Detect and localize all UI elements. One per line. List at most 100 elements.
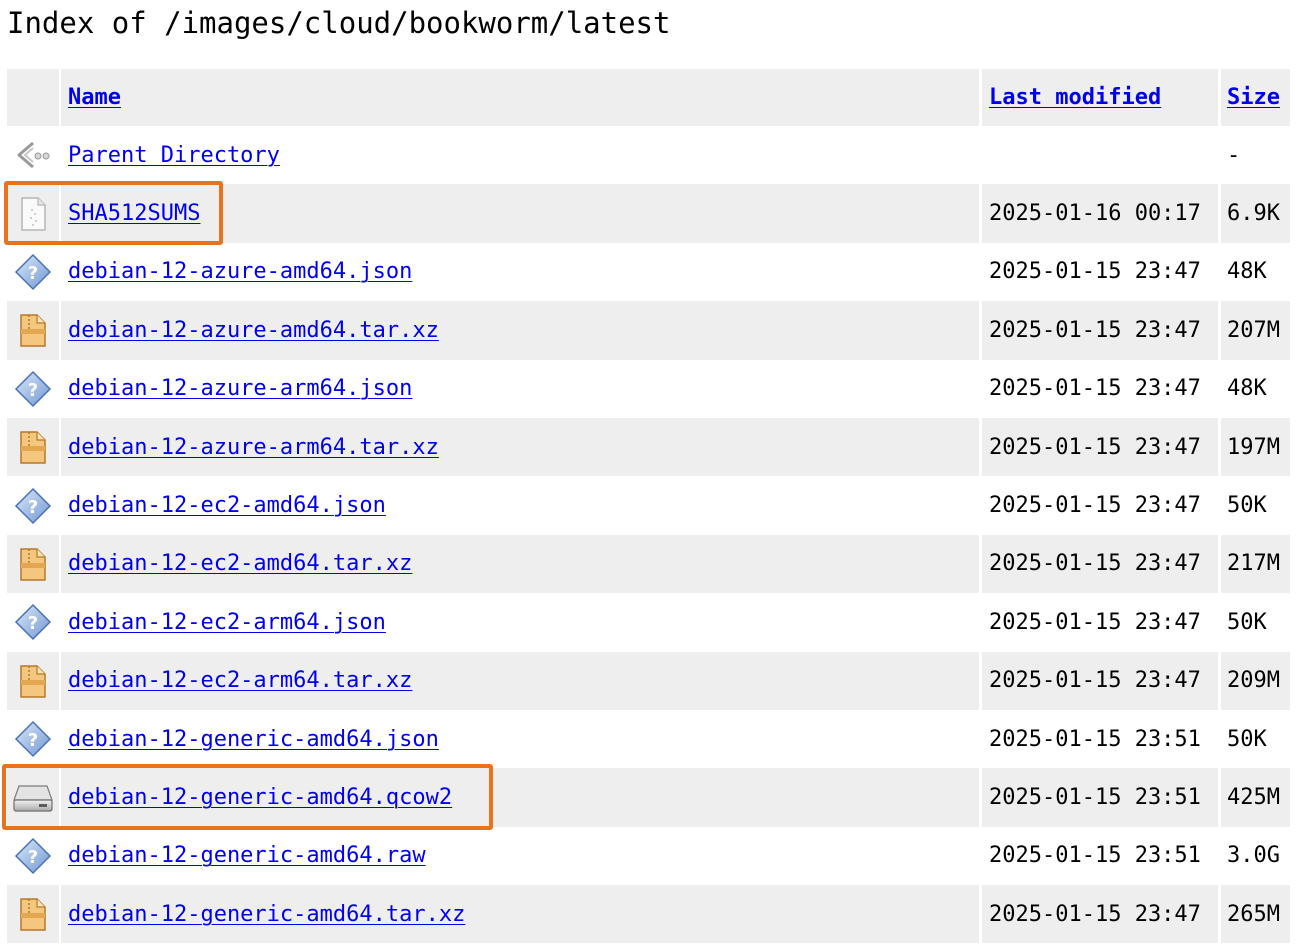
size-cell: 48K <box>1227 259 1267 285</box>
last-modified-cell: 2025-01-15 23:47 <box>982 417 1218 477</box>
file-link[interactable]: debian-12-generic-amd64.qcow2 <box>68 785 452 810</box>
size-cell: 209M <box>1221 651 1290 710</box>
svg-text:?: ? <box>28 730 38 751</box>
last-modified-cell: 2025-01-16 00:17 <box>982 184 1218 243</box>
last-modified-cell: 2025-01-15 23:47 <box>989 259 1201 285</box>
header-icon-cell <box>7 69 59 126</box>
file-listing-table: Name Last modified Size Parent Directory… <box>7 69 1290 944</box>
name-cell: debian-12-ec2-amd64.json <box>61 476 979 534</box>
unknown-file-icon: ? <box>7 827 59 885</box>
size-cell: 6.9K <box>1221 184 1290 243</box>
header-size-cell: Size <box>1221 69 1290 126</box>
name-cell: debian-12-generic-amd64.json <box>61 710 979 768</box>
name-cell: debian-12-azure-amd64.tar.xz <box>61 301 979 360</box>
name-cell: debian-12-generic-amd64.tar.xz <box>61 885 979 944</box>
size-cell: 50K <box>1227 726 1267 752</box>
file-link[interactable]: debian-12-azure-amd64.json <box>68 259 412 284</box>
size-cell: - <box>1227 142 1241 168</box>
size-cell: 197M <box>1221 417 1290 477</box>
parent-directory-link[interactable]: Parent Directory <box>68 143 280 168</box>
file-link[interactable]: SHA512SUMS <box>68 201 200 226</box>
last-modified-cell <box>982 126 1218 184</box>
last-modified-cell: 2025-01-15 23:47 <box>982 301 1218 360</box>
file-link[interactable]: debian-12-ec2-arm64.json <box>68 610 386 635</box>
size-cell: 207M <box>1221 301 1290 360</box>
name-cell: debian-12-azure-arm64.tar.xz <box>61 417 979 477</box>
archive-icon <box>7 534 59 594</box>
svg-text:?: ? <box>28 613 38 634</box>
table-row: ? debian-12-generic-amd64.raw 2025-01-15 2… <box>7 827 1290 885</box>
archive-icon <box>7 885 59 944</box>
sort-by-name-link[interactable]: Name <box>68 85 121 110</box>
file-link[interactable]: debian-12-azure-arm64.json <box>68 376 412 401</box>
back-icon <box>7 126 59 184</box>
svg-text:?: ? <box>28 497 38 518</box>
unknown-file-icon: ? <box>7 243 59 301</box>
unknown-file-icon: ? <box>7 360 59 418</box>
last-modified-cell: 2025-01-15 23:47 <box>982 885 1218 944</box>
archive-icon <box>7 301 59 360</box>
table-row: debian-12-azure-amd64.tar.xz 2025-01-15 2… <box>7 301 1290 360</box>
table-row: debian-12-generic-amd64.tar.xz 2025-01-15… <box>7 885 1290 944</box>
file-link[interactable]: debian-12-generic-amd64.tar.xz <box>68 902 465 927</box>
file-link[interactable]: debian-12-azure-amd64.tar.xz <box>68 318 439 343</box>
disk-image-icon <box>7 768 59 827</box>
size-cell: 50K <box>1227 609 1267 635</box>
unknown-file-icon: ? <box>7 710 59 768</box>
table-row: debian-12-generic-amd64.qcow2 2025-01-15 … <box>7 768 1290 827</box>
last-modified-cell: 2025-01-15 23:51 <box>989 843 1201 869</box>
sort-by-size-link[interactable]: Size <box>1227 85 1280 110</box>
table-row: ? debian-12-ec2-amd64.json 2025-01-15 23:4… <box>7 476 1290 534</box>
last-modified-cell: 2025-01-15 23:47 <box>989 609 1201 635</box>
last-modified-cell: 2025-01-15 23:47 <box>982 651 1218 710</box>
sort-by-last-modified-link[interactable]: Last modified <box>989 85 1161 110</box>
table-row: ? debian-12-azure-arm64.json 2025-01-15 23… <box>7 360 1290 418</box>
last-modified-cell: 2025-01-15 23:47 <box>989 376 1201 402</box>
size-cell: 48K <box>1227 376 1267 402</box>
name-cell: debian-12-ec2-arm64.tar.xz <box>61 651 979 710</box>
name-cell: Parent Directory <box>61 126 979 184</box>
unknown-file-icon: ? <box>7 476 59 534</box>
table-row: SHA512SUMS 2025-01-16 00:17 6.9K <box>7 184 1290 243</box>
file-link[interactable]: debian-12-generic-amd64.json <box>68 727 439 752</box>
name-cell: debian-12-generic-amd64.qcow2 <box>61 768 979 827</box>
file-link[interactable]: debian-12-ec2-arm64.tar.xz <box>68 668 412 693</box>
unknown-file-icon: ? <box>7 593 59 651</box>
archive-icon <box>7 651 59 710</box>
last-modified-cell: 2025-01-15 23:47 <box>982 534 1218 594</box>
name-cell: debian-12-generic-amd64.raw <box>61 827 979 885</box>
svg-text:?: ? <box>28 263 38 284</box>
name-cell: debian-12-ec2-arm64.json <box>61 593 979 651</box>
last-modified-cell: 2025-01-15 23:51 <box>982 768 1218 827</box>
table-row: ? debian-12-generic-amd64.json 2025-01-15 … <box>7 710 1290 768</box>
size-cell: 50K <box>1227 493 1267 519</box>
text-file-icon <box>7 184 59 243</box>
last-modified-cell: 2025-01-15 23:47 <box>989 493 1201 519</box>
table-row: ? debian-12-azure-amd64.json 2025-01-15 23… <box>7 243 1290 301</box>
header-name-cell: Name <box>61 69 979 126</box>
last-modified-cell: 2025-01-15 23:51 <box>989 726 1201 752</box>
name-cell: debian-12-ec2-amd64.tar.xz <box>61 534 979 594</box>
archive-icon <box>7 417 59 477</box>
table-row: Parent Directory - <box>7 126 1290 184</box>
file-link[interactable]: debian-12-azure-arm64.tar.xz <box>68 435 439 460</box>
size-cell: 425M <box>1221 768 1290 827</box>
table-row: debian-12-ec2-amd64.tar.xz 2025-01-15 23:… <box>7 534 1290 594</box>
table-header-row: Name Last modified Size <box>7 69 1290 126</box>
table-row: debian-12-azure-arm64.tar.xz 2025-01-15 2… <box>7 417 1290 477</box>
svg-text:?: ? <box>28 380 38 401</box>
name-cell: SHA512SUMS <box>61 184 979 243</box>
header-last-modified-cell: Last modified <box>982 69 1218 126</box>
table-row: debian-12-ec2-arm64.tar.xz 2025-01-15 23:… <box>7 651 1290 710</box>
name-cell: debian-12-azure-arm64.json <box>61 360 979 418</box>
name-cell: debian-12-azure-amd64.json <box>61 243 979 301</box>
svg-text:?: ? <box>28 847 38 868</box>
size-cell: 265M <box>1221 885 1290 944</box>
page-title: Index of /images/cloud/bookworm/latest <box>7 6 671 40</box>
file-link[interactable]: debian-12-ec2-amd64.json <box>68 493 386 518</box>
file-link[interactable]: debian-12-ec2-amd64.tar.xz <box>68 551 412 576</box>
table-row: ? debian-12-ec2-arm64.json 2025-01-15 23:4… <box>7 593 1290 651</box>
size-cell: 217M <box>1221 534 1290 594</box>
file-link[interactable]: debian-12-generic-amd64.raw <box>68 843 426 868</box>
size-cell: 3.0G <box>1227 843 1280 869</box>
